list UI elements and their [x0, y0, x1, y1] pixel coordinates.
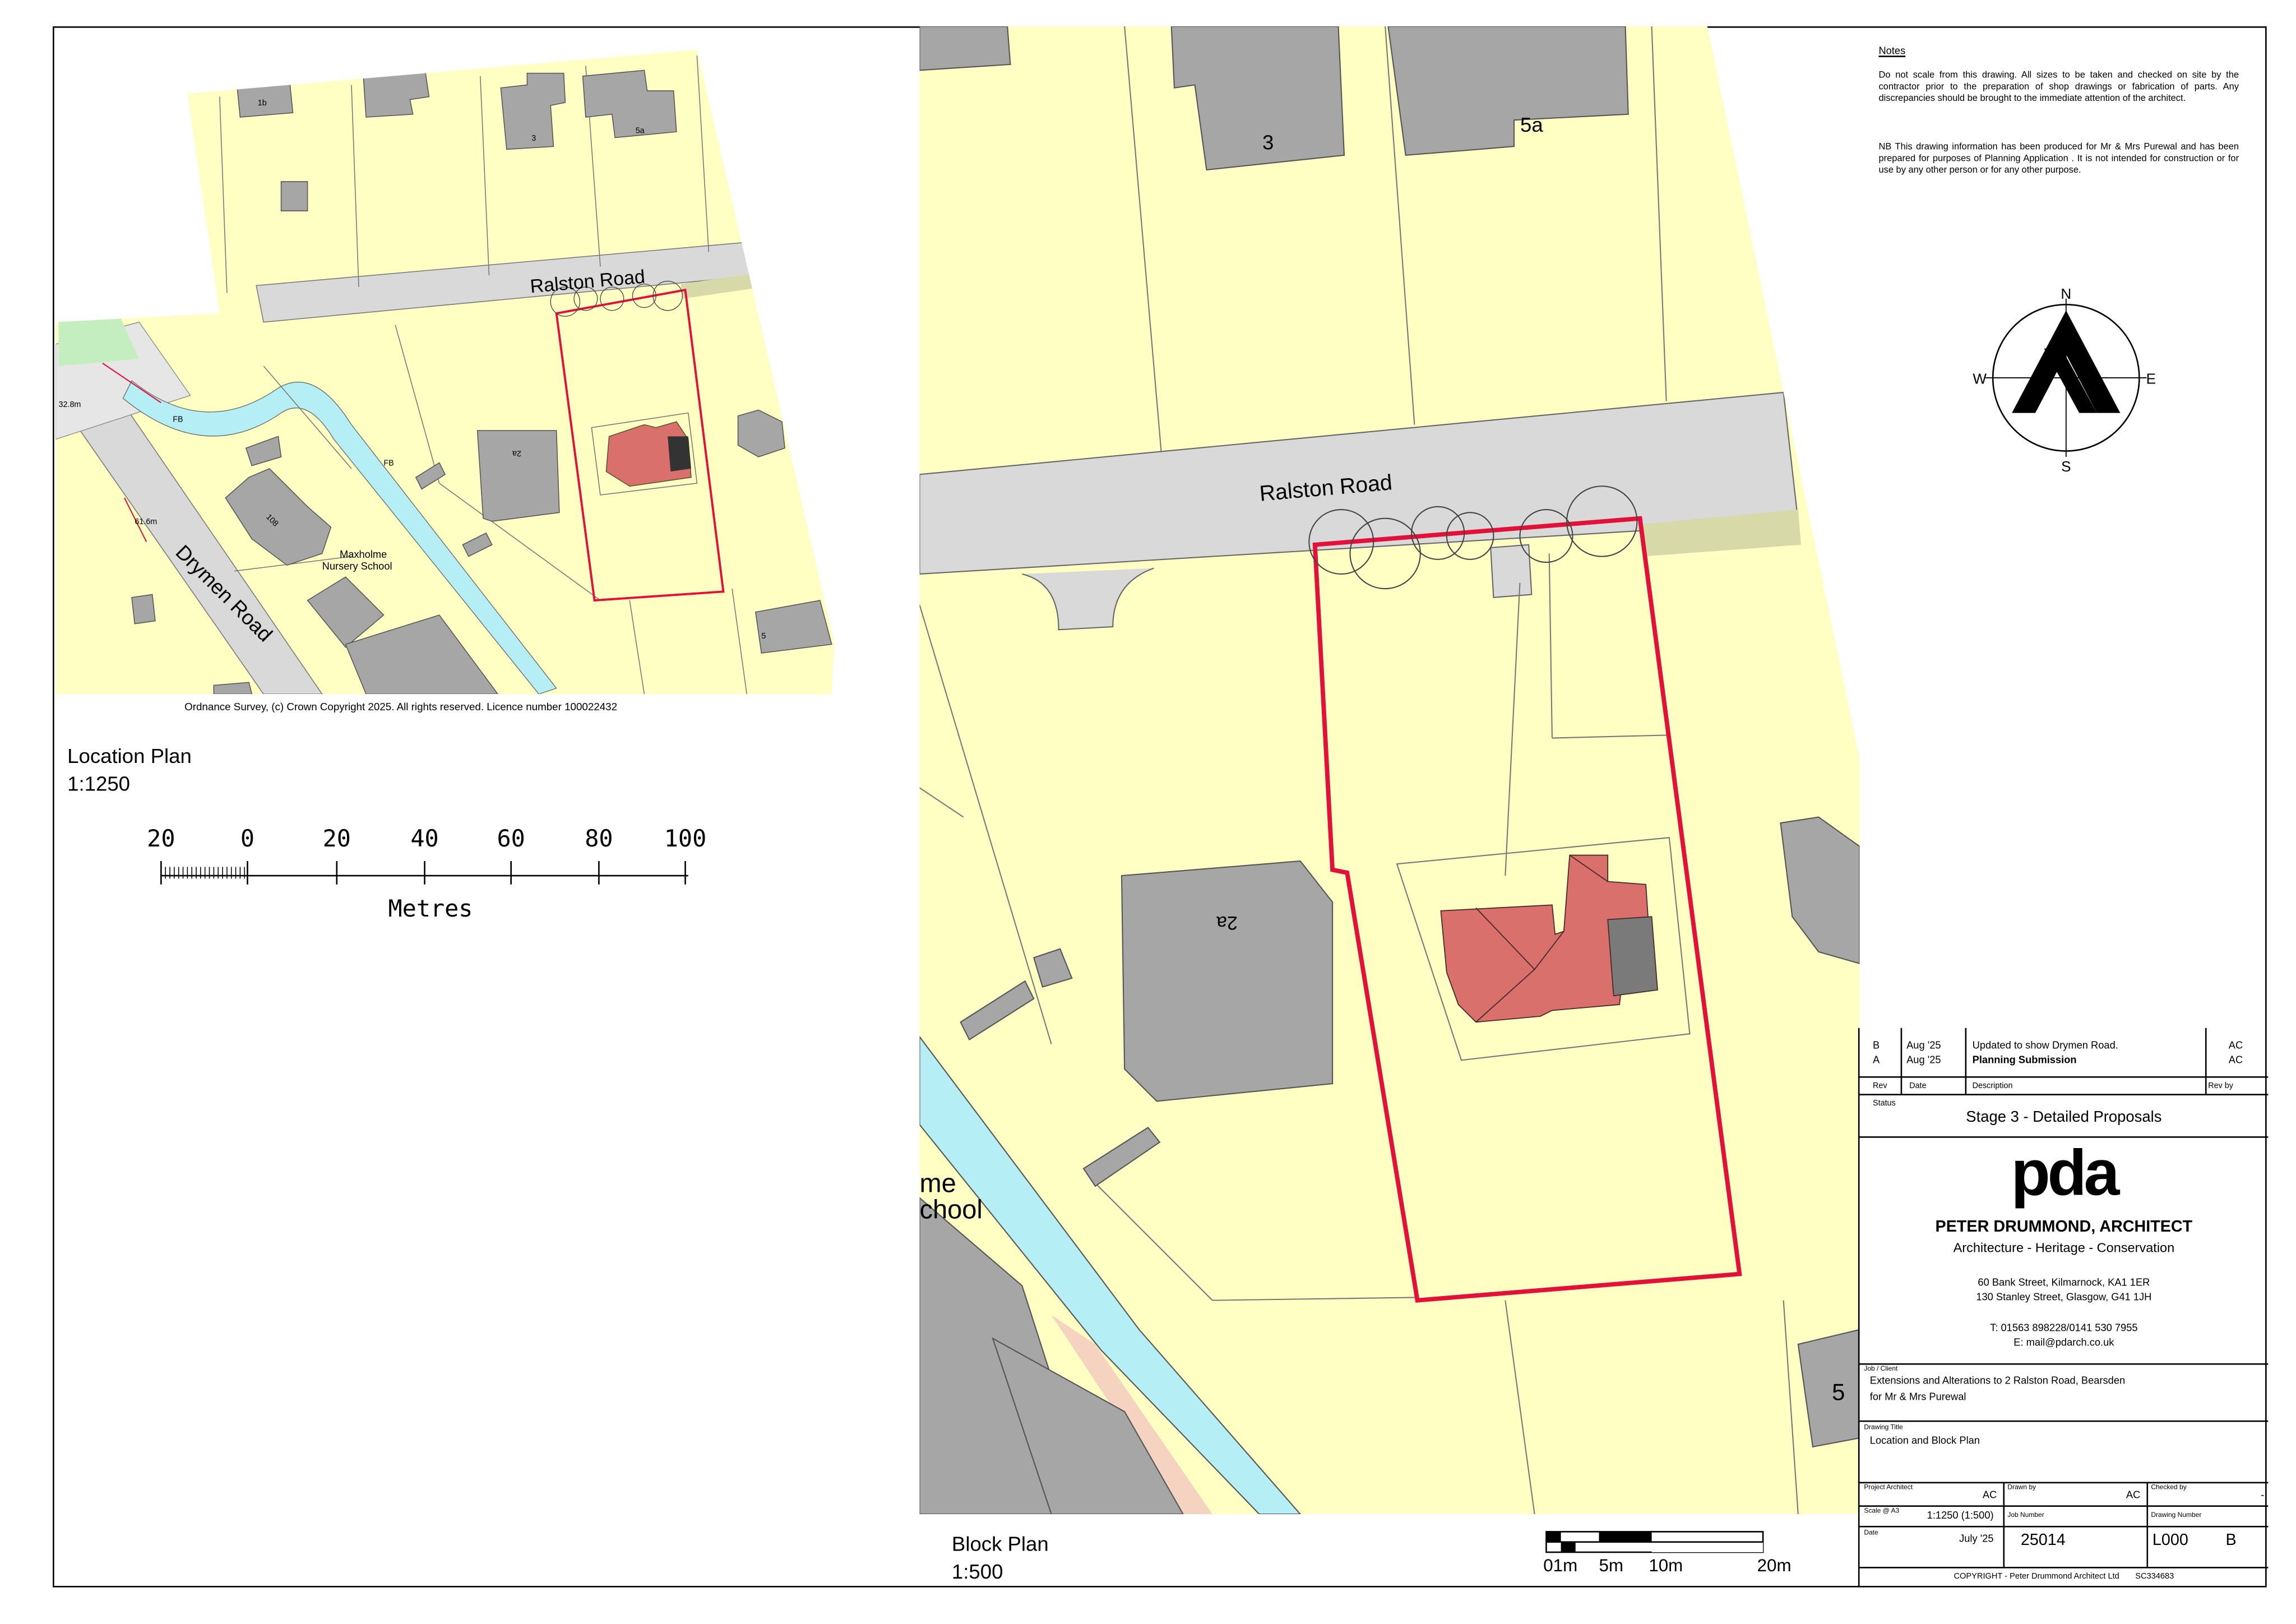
project-architect-value: AC — [1982, 1491, 1997, 1501]
rev-header-description: Description — [1972, 1082, 2013, 1091]
title-block: B Aug '25 Updated to show Drymen Road. A… — [1858, 1028, 2269, 1588]
loc-scale-tick-1: 0 — [240, 825, 254, 852]
firm-name: PETER DRUMMOND, ARCHITECT — [1935, 1218, 2193, 1236]
blk-label-me: me — [919, 1168, 956, 1197]
date-value: July '25 — [1959, 1534, 1994, 1545]
blk-scale-tick-2: 10m — [1649, 1556, 1683, 1575]
loc-label-3: 3 — [531, 134, 536, 143]
status-label: Status — [1873, 1099, 1896, 1109]
loc-label-5: 5 — [761, 632, 766, 641]
loc-label-spot2: 61.6m — [135, 517, 157, 526]
blk-label-5: 5 — [1832, 1378, 1845, 1405]
loc-label-1b: 1b — [258, 99, 267, 108]
checked-by-value: - — [2261, 1491, 2265, 1501]
blk-label-5a: 5a — [1520, 113, 1543, 136]
firm-email: E: mail@pdarch.co.uk — [2013, 1338, 2114, 1349]
blk-label-chool: chool — [919, 1194, 982, 1224]
block-plan-scale: 1:500 — [951, 1559, 1003, 1583]
rev-a-description: Planning Submission — [1972, 1056, 2077, 1066]
block-plan-map: 3 5a 2a 5 me chool Ralston Road — [919, 26, 1860, 1515]
location-plan-title: Location Plan — [67, 743, 192, 767]
blk-label-2a: 2a — [1216, 912, 1238, 933]
block-scale-bar: 01m 5m 10m 20m — [1543, 1531, 1792, 1575]
rev-b-code: B — [1873, 1041, 1880, 1052]
loc-label-2a: 2a — [512, 449, 521, 458]
loc-label-nursery: Nursery School — [322, 560, 392, 572]
rev-header-rev: Rev — [1873, 1082, 1887, 1091]
job-label: Job / Client — [1864, 1364, 1898, 1372]
firm-tagline: Architecture - Heritage - Conservation — [1953, 1240, 2175, 1255]
rev-b-description: Updated to show Drymen Road. — [1972, 1041, 2118, 1052]
drawn-by-label: Drawn by — [2007, 1483, 2036, 1491]
firm-address-2: 130 Stanley Street, Glasgow, G41 1JH — [1976, 1293, 2152, 1303]
loc-scale-tick-2: 20 — [323, 825, 351, 852]
notes-para-1: Do not scale from this drawing. All size… — [1878, 70, 2239, 105]
blk-scale-tick-3: 20m — [1757, 1556, 1792, 1575]
job-number-label: Job Number — [2007, 1511, 2044, 1519]
loc-label-spot1: 32.8m — [58, 400, 81, 409]
date-label: Date — [1864, 1529, 1878, 1537]
blk-scale-tick-1: 5m — [1599, 1556, 1624, 1575]
north-arrow-icon: N S E W — [1973, 285, 2156, 474]
drawing-title-label: Drawing Title — [1864, 1423, 1903, 1431]
block-plan-title: Block Plan — [951, 1532, 1049, 1556]
notes-heading: Notes — [1878, 47, 1906, 57]
loc-scale-unit: Metres — [388, 895, 473, 922]
rev-b-by: AC — [2228, 1041, 2243, 1052]
loc-scale-tick-4: 60 — [497, 825, 525, 852]
compass-n: N — [2061, 285, 2071, 302]
rev-header-by: Rev by — [2208, 1082, 2233, 1091]
compass-e: E — [2146, 370, 2156, 387]
location-plan-map: 1b 3 5a 2a 5 FB FB 108 32.8m 61.6m Maxho… — [55, 49, 835, 695]
drawing-number-label: Drawing Number — [2151, 1511, 2202, 1519]
loc-label-fb1: FB — [173, 415, 183, 424]
scale-label: Scale @ A3 — [1864, 1506, 1900, 1515]
blk-label-3: 3 — [1262, 131, 1274, 154]
checked-by-label: Checked by — [2151, 1483, 2187, 1491]
drawing-number-value: L000 — [2152, 1532, 2188, 1549]
rev-a-by: AC — [2228, 1056, 2243, 1066]
job-line-2: for Mr & Mrs Purewal — [1869, 1392, 1966, 1403]
loc-scale-tick-0: 20 — [147, 825, 175, 852]
drawing-title: Location and Block Plan — [1869, 1436, 1980, 1447]
drawn-by-value: AC — [2126, 1491, 2141, 1501]
job-line-1: Extensions and Alterations to 2 Ralston … — [1869, 1376, 2126, 1387]
rev-header-date: Date — [1909, 1082, 1927, 1091]
compass-s: S — [2061, 458, 2071, 474]
rev-a-code: A — [1873, 1056, 1880, 1066]
job-number-value: 25014 — [2020, 1532, 2066, 1549]
location-plan-scale: 1:1250 — [67, 771, 131, 795]
firm-address-1: 60 Bank Street, Kilmarnock, KA1 1ER — [1978, 1278, 2150, 1289]
loc-label-5a: 5a — [636, 127, 645, 136]
loc-scale-tick-5: 80 — [585, 825, 613, 852]
location-copyright: Ordnance Survey, (c) Crown Copyright 202… — [184, 700, 618, 714]
scale-value: 1:1250 (1:500) — [1927, 1511, 1994, 1522]
project-architect-label: Project Architect — [1864, 1483, 1913, 1491]
firm-phone: T: 01563 898228/0141 530 7955 — [1990, 1324, 2138, 1334]
loc-label-maxholme: Maxholme — [340, 548, 387, 560]
status-value: Stage 3 - Detailed Proposals — [1966, 1108, 2162, 1126]
location-scale-bar: 20 0 20 40 60 80 100 Metres — [147, 825, 706, 922]
loc-scale-tick-3: 40 — [410, 825, 438, 852]
rev-a-date: Aug '25 — [1906, 1056, 1941, 1066]
title-block-footer: COPYRIGHT - Peter Drummond Architect Ltd… — [1954, 1572, 2174, 1582]
rev-b-date: Aug '25 — [1906, 1041, 1941, 1052]
loc-scale-tick-6: 100 — [664, 825, 706, 852]
drawing-rev-value: B — [2225, 1532, 2237, 1549]
notes-para-2: NB This drawing information has been pro… — [1878, 142, 2239, 177]
loc-label-fb2: FB — [383, 459, 394, 468]
compass-w: W — [1973, 370, 1987, 387]
blk-scale-tick-0: 01m — [1543, 1556, 1577, 1575]
firm-logo: pda — [2011, 1137, 2120, 1210]
